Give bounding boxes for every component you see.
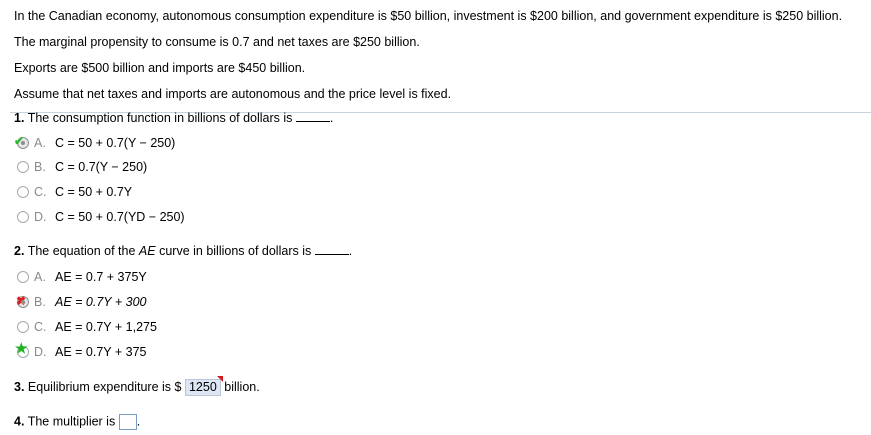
intro-paragraph-4: Assume that net taxes and imports are au… [14,87,452,101]
question-1-text: The consumption function in billions of … [27,111,293,125]
question-3-text: Equilibrium expenditure is $ [27,380,182,394]
answer-field[interactable]: 1250 [184,376,223,396]
question-2-blank [314,243,349,255]
question-1-option-a[interactable]: ✔ A. C = 50 + 0.7(Y − 250) [14,134,176,152]
option-text: AE = 0.7 + 375Y [55,270,147,284]
radio-button[interactable] [17,321,29,333]
question-1-option-b[interactable]: B. C = 0.7(Y − 250) [17,158,147,176]
option-letter: B. [34,160,46,174]
question-3-number: 3. [14,380,25,394]
incorrect-flag-icon [216,376,223,382]
question-1-option-c[interactable]: C. C = 50 + 0.7Y [17,183,132,201]
option-text: C = 50 + 0.7(Y − 250) [55,136,176,150]
option-text: AE = 0.7Y + 1,275 [55,320,157,334]
star-icon: ★ [15,340,28,356]
question-1-blank [295,110,330,122]
question-2-option-c[interactable]: C. AE = 0.7Y + 1,275 [17,318,157,336]
check-icon: ✔ [14,134,25,148]
option-letter: B. [34,295,46,309]
question-2-option-b[interactable]: ✖ B. AE = 0.7Y + 300 [16,293,147,311]
radio-button[interactable] [17,211,29,223]
question-3-suffix: billion. [224,380,260,394]
radio-button[interactable] [17,271,29,283]
option-text: C = 50 + 0.7Y [55,185,133,199]
question-3: 3. Equilibrium expenditure is $ 1250 bil… [14,376,260,396]
cross-icon: ✖ [16,294,27,308]
question-1-number: 1. [14,111,25,125]
radio-button[interactable]: ✔ [14,134,29,149]
question-2-prompt: 2. The equation of the AE curve in billi… [14,243,353,258]
option-letter: C. [34,185,47,199]
option-letter: C. [34,320,47,334]
question-4: 4. The multiplier is . [14,414,141,430]
option-letter: A. [34,270,46,284]
option-text: C = 0.7(Y − 250) [55,160,148,174]
option-letter: A. [34,136,46,150]
radio-button[interactable]: ✖ [16,294,29,308]
problem-statement: In the Canadian economy, autonomous cons… [14,9,854,102]
option-letter: D. [34,210,47,224]
multiplier-input[interactable] [118,414,137,430]
option-text: C = 50 + 0.7(YD − 250) [55,210,185,224]
question-1-prompt: 1. The consumption function in billions … [14,110,334,125]
intro-paragraph-3: Exports are $500 billion and imports are… [14,61,306,75]
option-text: AE = 0.7Y + 300 [55,295,147,309]
question-4-text: The multiplier is [27,414,116,429]
question-2-option-d[interactable]: ★ D. AE = 0.7Y + 375 [15,341,147,361]
question-2-number: 2. [14,244,25,258]
radio-button[interactable] [17,161,29,173]
question-1-option-d[interactable]: D. C = 50 + 0.7(YD − 250) [17,208,185,226]
intro-paragraph-1: In the Canadian economy, autonomous cons… [14,9,843,23]
question-2-option-a[interactable]: A. AE = 0.7 + 375Y [17,268,147,286]
question-4-number: 4. [14,414,25,429]
option-letter: D. [34,345,47,359]
ae-term: AE [138,244,156,258]
radio-button[interactable]: ★ [15,341,29,358]
intro-paragraph-2: The marginal propensity to consume is 0.… [14,35,420,49]
radio-button[interactable] [17,186,29,198]
option-text: AE = 0.7Y + 375 [55,345,147,359]
